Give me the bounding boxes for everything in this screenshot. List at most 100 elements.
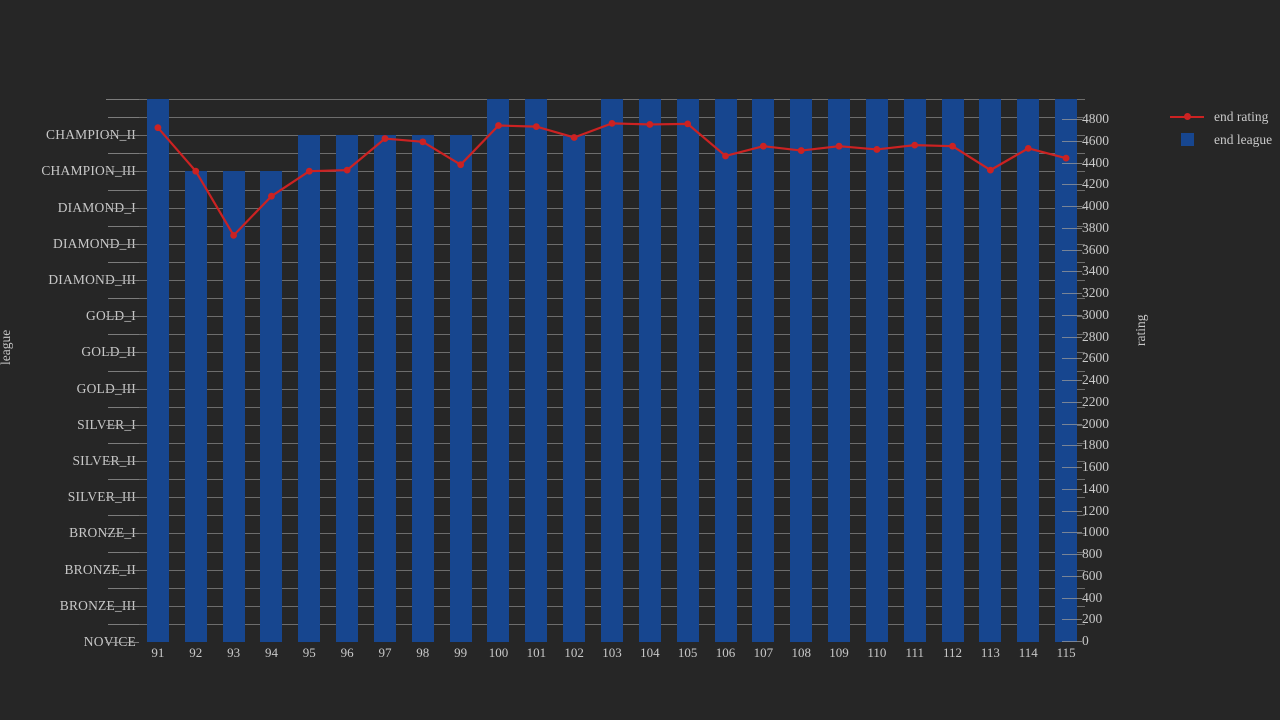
right-axis-tick-label: 3400 bbox=[1082, 263, 1109, 279]
left-axis-tick bbox=[106, 171, 139, 173]
left-axis-tick bbox=[106, 243, 139, 245]
x-axis-tick-label: 107 bbox=[753, 645, 774, 660]
bar bbox=[714, 99, 737, 642]
x-axis-tick-label: 99 bbox=[454, 645, 468, 660]
legend-item[interactable]: end league bbox=[1166, 128, 1276, 151]
right-axis-tick bbox=[1062, 445, 1082, 447]
left-axis-tick bbox=[108, 153, 139, 155]
left-axis-tick bbox=[106, 497, 139, 499]
x-axis-tick-label: 114 bbox=[1018, 645, 1038, 660]
right-axis-tick bbox=[1062, 184, 1082, 186]
x-axis-tick-label: 96 bbox=[340, 645, 354, 660]
x-axis-tick-label: 98 bbox=[416, 645, 430, 660]
right-axis-tick bbox=[1062, 249, 1082, 251]
x-axis-tick-label: 112 bbox=[943, 645, 963, 660]
right-axis-tick-label: 3200 bbox=[1082, 285, 1109, 300]
x-axis-tick-label: 94 bbox=[264, 645, 278, 660]
x-axis-tick-label: 106 bbox=[715, 645, 736, 660]
right-axis-tick-label: 2800 bbox=[1082, 328, 1109, 344]
legend-key-square bbox=[1166, 133, 1208, 146]
x-axis-tick-label: 102 bbox=[564, 645, 584, 660]
legend-swatch-icon bbox=[1180, 133, 1194, 146]
right-axis-tick bbox=[1062, 162, 1082, 164]
left-axis-tick bbox=[106, 533, 139, 535]
x-axis-tick-label: 103 bbox=[602, 645, 622, 660]
bar bbox=[449, 135, 472, 642]
left-axis-tick bbox=[108, 515, 139, 517]
right-axis-tick bbox=[1062, 380, 1082, 381]
right-axis-tick bbox=[1062, 293, 1082, 294]
right-axis-tick bbox=[1062, 532, 1082, 534]
right-axis-tick-label: 2200 bbox=[1082, 393, 1109, 409]
left-axis-tick bbox=[106, 388, 139, 390]
bar bbox=[865, 99, 888, 642]
legend-item[interactable]: end rating bbox=[1166, 105, 1276, 128]
right-axis-tick-label: 1600 bbox=[1082, 459, 1109, 474]
bar bbox=[1055, 99, 1078, 642]
x-axis-tick-label: 108 bbox=[791, 645, 811, 660]
right-axis-tick-label: 4800 bbox=[1082, 111, 1109, 126]
bar bbox=[146, 99, 169, 642]
right-axis-tick bbox=[1062, 336, 1082, 338]
left-axis-tick bbox=[106, 352, 139, 354]
left-axis-tick bbox=[108, 298, 139, 300]
right-axis-tick bbox=[1062, 597, 1082, 599]
x-axis-tick-label: 115 bbox=[1056, 645, 1076, 660]
legend-label: end rating bbox=[1214, 108, 1269, 124]
bar bbox=[638, 99, 661, 642]
x-axis-tick-label: 91 bbox=[151, 645, 165, 660]
bar bbox=[298, 135, 321, 642]
right-axis-tick-label: 4600 bbox=[1082, 132, 1109, 148]
bar bbox=[487, 99, 510, 642]
bar bbox=[411, 135, 434, 642]
right-axis-tick bbox=[1062, 314, 1082, 316]
right-axis-tick bbox=[1062, 401, 1082, 403]
right-axis-tick-label: 1200 bbox=[1082, 502, 1109, 518]
right-axis-tick-label: 400 bbox=[1082, 589, 1103, 605]
right-axis-tick-label: 2000 bbox=[1082, 415, 1109, 431]
left-axis-tick bbox=[106, 461, 139, 462]
left-axis-tick bbox=[108, 189, 139, 191]
plot-area bbox=[139, 78, 1085, 642]
right-axis-tick-label: 2600 bbox=[1082, 350, 1109, 366]
right-axis-tick bbox=[1062, 206, 1082, 207]
right-axis-tick-label: 600 bbox=[1082, 567, 1103, 583]
legend: end rating end league bbox=[1166, 105, 1276, 151]
left-axis-title: league bbox=[0, 329, 13, 365]
x-axis-tick-label: 95 bbox=[302, 645, 316, 660]
x-axis-tick-label: 113 bbox=[980, 645, 1000, 660]
left-axis-tick bbox=[108, 551, 139, 553]
left-axis-tick bbox=[106, 316, 139, 318]
left-axis-tick bbox=[108, 225, 139, 227]
bar bbox=[828, 99, 851, 642]
right-axis-tick bbox=[1062, 119, 1082, 120]
x-axis-tick-label: 111 bbox=[905, 645, 924, 660]
left-axis-tick bbox=[106, 569, 139, 571]
left-axis-tick bbox=[108, 261, 139, 263]
left-axis-tick bbox=[106, 135, 139, 137]
x-axis-tick-label: 92 bbox=[189, 645, 203, 660]
bar bbox=[979, 99, 1002, 642]
bar bbox=[752, 99, 775, 642]
left-axis-tick bbox=[106, 424, 139, 426]
x-axis-tick-label: 100 bbox=[488, 645, 509, 660]
right-axis-tick bbox=[1062, 358, 1082, 360]
legend-label: end league bbox=[1214, 131, 1273, 147]
bar bbox=[1017, 99, 1040, 642]
legend-line-marker-icon bbox=[1170, 113, 1204, 120]
x-axis-tick-label: 97 bbox=[378, 645, 392, 660]
right-axis-tick-label: 3000 bbox=[1082, 306, 1109, 322]
bar bbox=[222, 171, 245, 642]
bar bbox=[601, 99, 623, 642]
bar bbox=[260, 171, 283, 642]
x-axis-tick-label: 105 bbox=[677, 645, 698, 660]
bar bbox=[563, 135, 586, 642]
left-axis-tick bbox=[108, 334, 139, 336]
left-axis-tick bbox=[106, 605, 139, 607]
x-axis-tick-label: 93 bbox=[227, 645, 241, 660]
right-axis-tick bbox=[1062, 488, 1082, 490]
right-axis-tick bbox=[1062, 227, 1082, 229]
plot-inner bbox=[139, 78, 1085, 642]
bar bbox=[790, 99, 813, 642]
left-axis-tick bbox=[106, 642, 139, 643]
